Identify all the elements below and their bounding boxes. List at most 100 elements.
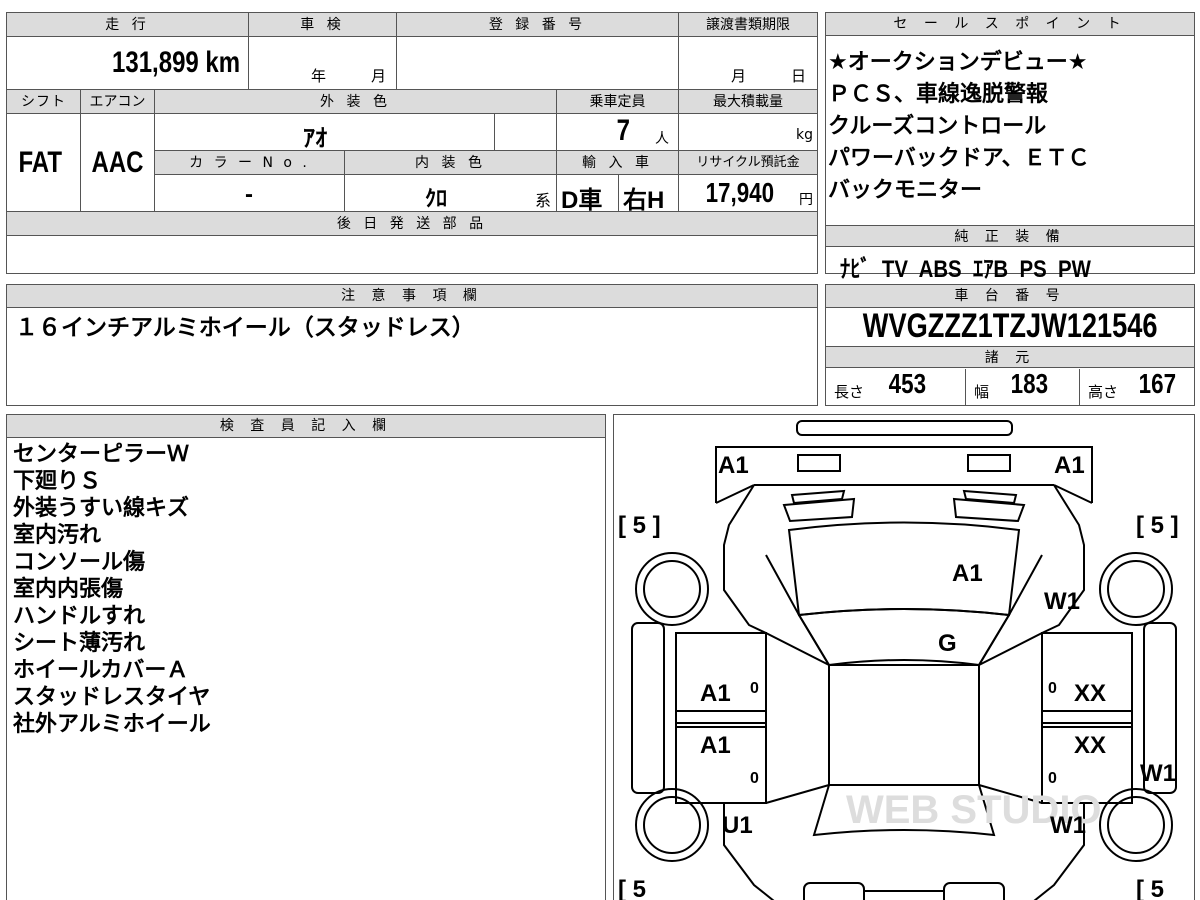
spec-row: 長さ 453 幅 183 高さ 167 [826,368,1194,405]
length-value: 453 [888,368,927,399]
zero-mark: 0 [1048,680,1057,697]
sales-points-panel: セ ー ル ス ポ イ ン ト ★オークションデビュー★ ＰＣＳ、車線逸脱警報 … [825,12,1195,283]
sales-point-line: パワーバックドア、ＥＴＣ [828,146,1090,171]
inspector-list: センターピラーＷ 下廻りＳ 外装うすい線キズ 室内汚れ コンソール傷 室内内張傷… [13,441,211,738]
import-header: 輸 入 車 [557,151,679,175]
aircon-cell: AAC [81,114,155,212]
mark-tire-rr: [ 5 [1136,876,1164,900]
inspection-cell: 年 月 [249,37,397,90]
windshield-shape [797,608,1011,667]
mark-left-front-door: A1 [700,680,731,707]
import-value: D車 [561,187,603,214]
capacity-cell: 7 人 [557,114,679,151]
notes-value: １６インチアルミホイール（スタッドレス） [15,315,475,341]
transfer-header: 譲渡書類期限 [679,13,817,37]
sales-point-line: クルーズコントロール [828,114,1047,139]
front-bumper-shape [796,420,1013,436]
left-front-outline [723,484,767,634]
right-front-door-shape [1041,632,1133,724]
width-cell: 幅 183 [966,368,1080,405]
left-front-door-shape [675,632,767,724]
height-label: 高さ [1088,383,1119,401]
transfer-day: 日 [791,67,807,85]
mark-right-rear-door: XX [1074,732,1106,759]
steering-cell: 右H [619,175,679,214]
equipment-header: 純 正 装 備 [826,225,1194,247]
sales-point-line: バックモニター [828,178,983,203]
mark-right-fender: W1 [1044,588,1080,615]
interior-suffix: 系 [535,191,552,210]
exterior-header: 外 装 色 [155,90,557,114]
width-label: 幅 [974,383,990,401]
zero-mark: 0 [750,680,759,697]
inspector-line: 下廻りＳ [13,469,102,494]
maxload-cell: kg [679,114,817,151]
hood-shape [787,521,1021,617]
maxload-header: 最大積載量 [679,90,817,114]
mileage-cell: 131,899 km [7,37,249,90]
inspector-panel: 検 査 員 記 入 欄 センターピラーＷ 下廻りＳ 外装うすい線キズ 室内汚れ … [6,414,606,900]
maxload-unit: kg [796,127,813,143]
height-cell: 高さ 167 [1080,368,1194,405]
steering-value: 右H [623,187,665,214]
sales-points-list: ★オークションデビュー★ ＰＣＳ、車線逸脱警報 クルーズコントロール パワーバッ… [828,47,1090,207]
mark-tire-rl: [ 5 [618,876,646,900]
import-cell: D車 [557,175,619,214]
mark-windshield: G [938,630,957,657]
mark-front-right: A1 [1054,452,1085,479]
spec-header: 諸 元 [826,346,1194,368]
exterior-extra-cell [495,114,557,151]
shift-value: FAT [18,146,62,179]
colorno-header: カ ラ ー N o . [155,151,345,175]
mark-right-front-door: XX [1074,680,1106,707]
chassis-header: 車 台 番 号 [826,285,1194,308]
aircon-header: エアコン [81,90,155,114]
inspector-line: 室内汚れ [13,523,102,548]
transfer-month: 月 [731,67,747,85]
length-label: 長さ [834,383,865,401]
inspector-line: ハンドルすれ [13,604,146,629]
sales-point-line: ＰＣＳ、車線逸脱警報 [828,82,1049,107]
inspector-header: 検 査 員 記 入 欄 [7,415,605,438]
shift-cell: FAT [7,114,81,212]
chassis-number: WVGZZZ1TZJW121546 [862,307,1158,345]
mark-right-rear-side: W1 [1140,760,1176,787]
interior-cell: ｸﾛ 系 [345,175,557,212]
mark-tire-fl: [ 5 ] [618,512,661,539]
mark-left-rear-door: A1 [700,732,731,759]
inspector-line: 外装うすい線キズ [13,496,190,521]
length-cell: 長さ 453 [826,368,966,405]
zero-mark: 0 [1048,770,1057,787]
shift-header: シフト [7,90,81,114]
sales-point-line: ★オークションデビュー★ [828,50,1088,75]
chassis-panel: 車 台 番 号 WVGZZZ1TZJW121546 諸 元 長さ 453 幅 1… [825,284,1195,406]
inspector-line: スタッドレスタイヤ [13,685,211,710]
inspector-line: ホイールカバーＡ [13,658,189,683]
front-box-shape [715,446,1093,503]
sales-points-header: セ ー ル ス ポ イ ン ト [826,13,1194,36]
exterior-cell: ｱｵ [155,114,495,152]
transfer-cell: 月 日 [679,37,817,90]
recycle-cell: 17,940 円 [679,175,817,212]
left-headlight-shape [797,454,841,472]
mark-right-rear-quarter: W1 [1050,812,1086,839]
capacity-unit: 人 [655,131,669,147]
recycle-header: リサイクル預託金 [679,151,817,175]
interior-value: ｸﾛ [425,186,448,211]
registration-header: 登 録 番 号 [397,13,679,37]
mark-front-left: A1 [718,452,749,479]
later-parts-header: 後 日 発 送 部 品 [7,212,817,236]
inspector-line: 社外アルミホイール [13,712,211,737]
colorno-value: - [245,181,253,208]
roof-shape [828,664,980,786]
car-diagram: WEB STUDIO A1 A1 A1 G W1 A1 A1 XX XX U1 … [618,420,1179,900]
inspector-line: コンソール傷 [13,550,146,575]
inspection-header: 車 検 [249,13,397,37]
notes-header: 注 意 事 項 欄 [7,285,817,308]
vehicle-info-table: 走 行 車 検 登 録 番 号 譲渡書類期限 131,899 km 年 月 月 … [6,12,818,274]
right-headlight-shape [967,454,1011,472]
mark-left-rear-quarter: U1 [722,812,753,839]
damage-diagram-panel: WEB STUDIO A1 A1 A1 G W1 A1 A1 XX XX U1 … [613,414,1195,900]
mark-tire-fr: [ 5 ] [1136,512,1179,539]
colorno-cell: - [155,175,345,212]
